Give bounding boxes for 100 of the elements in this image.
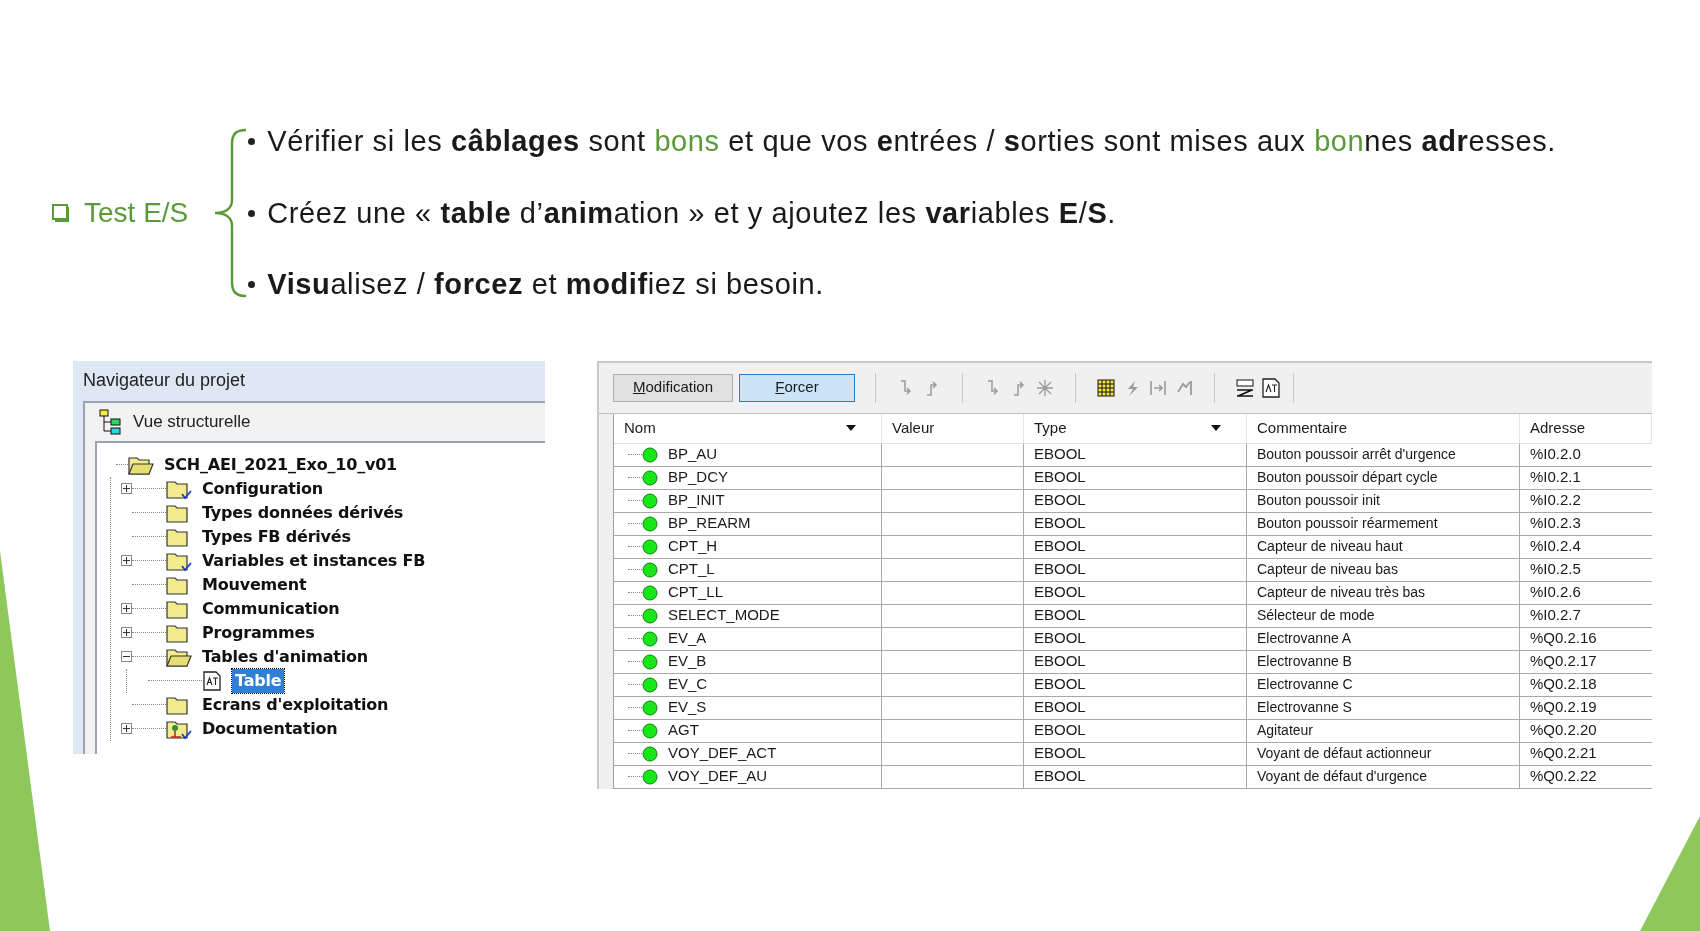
mode-button[interactable]: Modification <box>613 373 733 402</box>
expand-icon[interactable] <box>121 483 132 494</box>
table-cell: Voyant de défaut actionneur <box>1247 742 1520 765</box>
tree-item[interactable]: Configuration <box>202 476 324 501</box>
tree-item[interactable]: SCH_AEI_2021_Exo_10_v01 <box>164 452 398 477</box>
expand-icon[interactable] <box>121 627 132 638</box>
table-cell-text: %I0.2.5 <box>1529 559 1582 580</box>
variable-name: BP_REARM <box>668 513 751 534</box>
variable-name: CPT_LL <box>668 582 724 603</box>
variable-name: CPT_L <box>668 559 715 580</box>
status-dot-icon <box>642 446 658 463</box>
table-cell: EBOOL <box>1024 581 1247 604</box>
dropdown-arrow-icon[interactable] <box>1210 424 1222 432</box>
tree-item[interactable]: Types données dérivés <box>202 500 404 525</box>
table-cell-text: %Q0.2.16 <box>1529 628 1598 649</box>
column-header[interactable]: Commentaire <box>1247 413 1520 443</box>
table-cell: Electrovanne A <box>1247 627 1520 650</box>
table-cell: EBOOL <box>1024 604 1247 627</box>
grid-icon[interactable] <box>1096 377 1116 398</box>
status-dot-icon <box>642 515 658 532</box>
mode-button[interactable]: Forcer <box>739 373 855 402</box>
column-header[interactable]: Type <box>1024 413 1247 443</box>
bullet-icon <box>248 138 256 146</box>
table-cell: EBOOL <box>1024 719 1247 742</box>
expand-icon[interactable] <box>121 603 132 614</box>
column-header[interactable]: Nom <box>614 413 882 443</box>
status-dot-icon <box>642 653 658 670</box>
variable-name: VOY_DEF_AU <box>668 766 768 787</box>
status-dot-icon <box>642 607 658 624</box>
table-cell-text: %I0.2.2 <box>1529 490 1582 511</box>
table-cell: EBOOL <box>1024 673 1247 696</box>
table-cell: Voyant de défaut d'urgence <box>1247 765 1520 788</box>
table-cell-text: %Q0.2.17 <box>1529 651 1598 672</box>
status-dot-icon <box>642 538 658 555</box>
table-cell-text: %I0.2.7 <box>1529 605 1582 626</box>
tree-item[interactable]: Mouvement <box>202 572 307 597</box>
table-cell: Sélecteur de mode <box>1247 604 1520 627</box>
tree-item[interactable]: Documentation <box>202 716 338 741</box>
status-dot-icon <box>642 584 658 601</box>
tree-item[interactable]: Programmes <box>202 620 315 645</box>
column-header[interactable]: Adresse <box>1520 413 1652 443</box>
table-cell: Capteur de niveau bas <box>1247 558 1520 581</box>
table-cell: EBOOL <box>1024 650 1247 673</box>
bullet-text: Visualisez / forcez et modifiez si besoin. <box>267 267 824 302</box>
status-dot-icon <box>642 630 658 647</box>
tree-item[interactable]: Communication <box>202 596 340 621</box>
variable-name: SELECT_MODE <box>668 605 780 626</box>
table-cell: EBOOL <box>1024 443 1247 466</box>
dropdown-arrow-icon[interactable] <box>845 424 857 432</box>
table-cell: Bouton poussoir départ cycle <box>1247 466 1520 489</box>
table-cell-text: %Q0.2.21 <box>1529 743 1598 764</box>
tree-item[interactable]: Variables et instances FB <box>202 548 426 573</box>
table-cell-text: %I0.2.0 <box>1529 444 1582 465</box>
star-icon[interactable] <box>1035 377 1055 398</box>
variable-name: EV_B <box>668 651 707 672</box>
table-cell: EBOOL <box>1024 765 1247 788</box>
table-cell: Electrovanne S <box>1247 696 1520 719</box>
tree-item[interactable]: Ecrans d'exploitation <box>202 692 389 717</box>
variable-name: EV_S <box>668 697 707 718</box>
variable-name: BP_DCY <box>668 467 729 488</box>
status-dot-icon <box>642 745 658 762</box>
table-file-icon[interactable] <box>1261 377 1281 398</box>
table-cell: Bouton poussoir arrêt d'urgence <box>1247 443 1520 466</box>
panel-title: Navigateur du projet <box>82 369 247 392</box>
variable-name: BP_AU <box>668 444 718 465</box>
tree-item[interactable]: Tables d'animation <box>202 644 368 669</box>
table-cell: EBOOL <box>1024 489 1247 512</box>
table-cell: Electrovanne B <box>1247 650 1520 673</box>
tree-item[interactable]: Types FB dérivés <box>202 524 351 549</box>
view-label: Vue structurelle <box>133 410 251 433</box>
square-bullet-icon <box>52 204 70 223</box>
status-dot-icon <box>642 492 658 509</box>
status-dot-icon <box>642 561 658 578</box>
variable-name: EV_A <box>668 628 707 649</box>
table-cell: EBOOL <box>1024 627 1247 650</box>
table-cell-text: %I0.2.1 <box>1529 467 1582 488</box>
table-cell: EBOOL <box>1024 512 1247 535</box>
table-cell: Bouton poussoir réarmement <box>1247 512 1520 535</box>
tree-structure-icon <box>99 408 123 435</box>
status-dot-icon <box>642 469 658 486</box>
table-cell: Agitateur <box>1247 719 1520 742</box>
tree-item[interactable]: Table <box>232 668 285 693</box>
table-cell: Electrovanne C <box>1247 673 1520 696</box>
table-cell: EBOOL <box>1024 696 1247 719</box>
expand-icon[interactable] <box>121 723 132 734</box>
table-cell-text: %Q0.2.22 <box>1529 766 1598 787</box>
expand-icon[interactable] <box>121 555 132 566</box>
section-heading: Test E/S <box>84 196 189 231</box>
status-dot-icon <box>642 768 658 785</box>
table-cell: Capteur de niveau haut <box>1247 535 1520 558</box>
variable-name: VOY_DEF_ACT <box>668 743 777 764</box>
table-cell-text: %I0.2.4 <box>1529 536 1582 557</box>
table-cell: EBOOL <box>1024 535 1247 558</box>
display-icon[interactable] <box>1235 377 1255 398</box>
variable-name: BP_INIT <box>668 490 725 511</box>
table-cell-text: %Q0.2.19 <box>1529 697 1598 718</box>
bullet-icon <box>248 281 256 289</box>
collapse-icon[interactable] <box>121 651 132 662</box>
table-cell-text: %Q0.2.18 <box>1529 674 1598 695</box>
column-header[interactable]: Valeur <box>882 413 1024 443</box>
